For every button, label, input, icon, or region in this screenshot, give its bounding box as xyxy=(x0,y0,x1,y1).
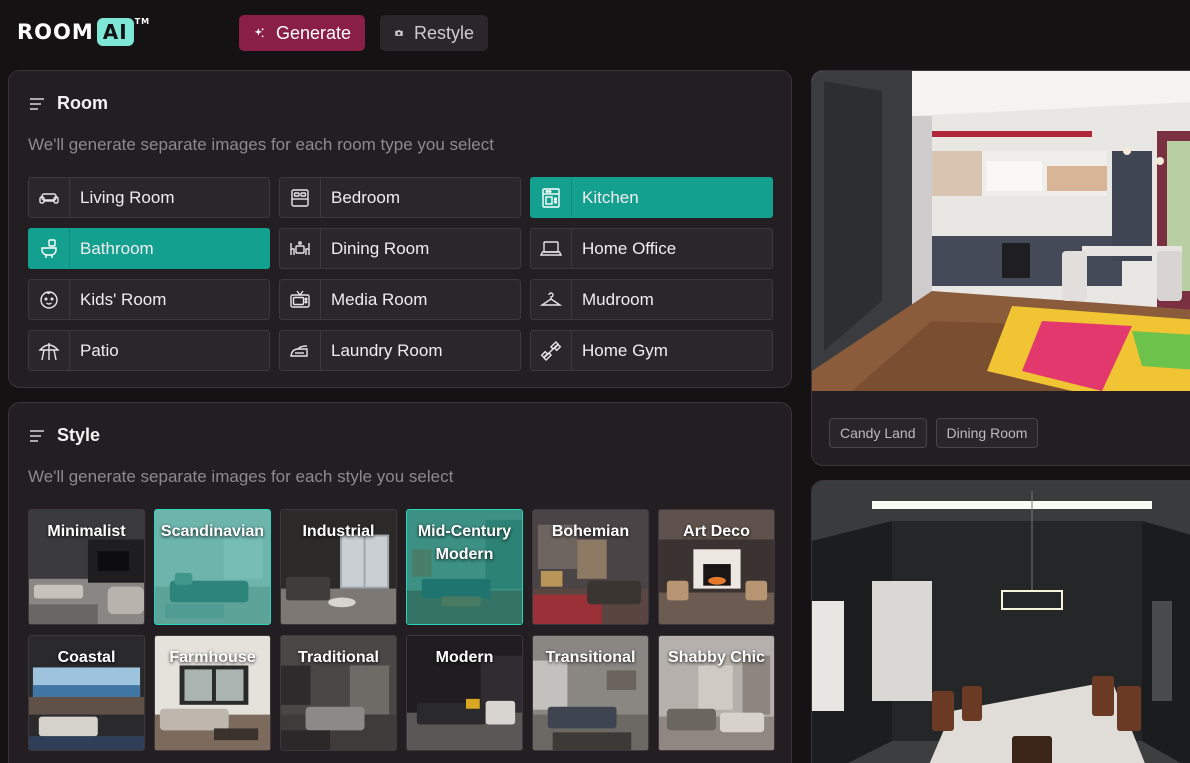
result-card-1: Candy Land Dining Room xyxy=(811,70,1190,466)
room-option-dining-room[interactable]: Dining Room xyxy=(279,228,521,269)
room-option-bedroom[interactable]: Bedroom xyxy=(279,177,521,218)
generate-tab-button[interactable]: Generate xyxy=(239,15,365,51)
style-option-mid-century-modern[interactable]: Mid-Century Modern xyxy=(406,509,523,625)
room-section-header: Room xyxy=(29,93,108,114)
dining-icon xyxy=(280,229,321,268)
style-option-label: Transitional xyxy=(545,649,636,666)
room-option-label: Laundry Room xyxy=(331,340,443,360)
restyle-label: Restyle xyxy=(413,22,474,43)
room-option-kitchen[interactable]: Kitchen xyxy=(530,177,773,218)
room-option-label: Kids' Room xyxy=(80,289,167,309)
menu-lines-icon xyxy=(30,97,44,110)
room-option-label: Bathroom xyxy=(80,238,154,258)
room-option-label: Home Gym xyxy=(582,340,668,360)
room-option-label: Media Room xyxy=(331,289,428,309)
tag-room[interactable]: Dining Room xyxy=(935,418,1039,448)
style-option-traditional[interactable]: Traditional xyxy=(280,635,397,751)
style-option-label: Minimalist xyxy=(47,523,126,540)
logo-room-text: ROOM xyxy=(17,20,94,44)
style-option-farmhouse[interactable]: Farmhouse xyxy=(154,635,271,751)
style-option-transitional[interactable]: Transitional xyxy=(532,635,649,751)
style-option-label: Scandinavian xyxy=(160,523,265,540)
style-option-label: Industrial xyxy=(302,523,375,540)
room-type-grid: Living Room Bedroom Kitchen Bathroom Din… xyxy=(28,177,773,371)
room-option-label: Bedroom xyxy=(331,187,400,207)
style-option-art-deco[interactable]: Art Deco xyxy=(658,509,775,625)
style-section-subtitle: We'll generate separate images for each … xyxy=(28,467,454,486)
style-panel: Style We'll generate separate images for… xyxy=(8,402,792,763)
room-option-label: Home Office xyxy=(582,238,677,258)
style-section-title: Style xyxy=(57,425,101,445)
style-option-minimalist[interactable]: Minimalist xyxy=(28,509,145,625)
hanger-icon xyxy=(531,280,572,319)
toilet-icon xyxy=(29,229,70,268)
style-grid: Minimalist Scandinavian Industrial Mid-C… xyxy=(28,509,775,751)
iron-icon xyxy=(280,331,321,370)
sofa-icon xyxy=(29,178,70,217)
laptop-icon xyxy=(531,229,572,268)
bed-icon xyxy=(280,178,321,217)
dumbbell-icon xyxy=(531,331,572,370)
style-option-label: Traditional xyxy=(298,649,379,666)
style-option-bohemian[interactable]: Bohemian xyxy=(532,509,649,625)
room-option-label: Dining Room xyxy=(331,238,430,258)
room-section-title: Room xyxy=(57,93,108,113)
style-option-label: Shabby Chic xyxy=(668,649,765,666)
style-option-industrial[interactable]: Industrial xyxy=(280,509,397,625)
style-option-scandinavian[interactable]: Scandinavian xyxy=(154,509,271,625)
room-option-patio[interactable]: Patio xyxy=(28,330,270,371)
tag-style[interactable]: Candy Land xyxy=(829,418,927,448)
umbrella-icon xyxy=(29,331,70,370)
room-option-bathroom[interactable]: Bathroom xyxy=(28,228,270,269)
room-option-label: Living Room xyxy=(80,187,175,207)
room-option-label: Kitchen xyxy=(582,187,639,207)
result-card-2 xyxy=(811,480,1190,763)
style-option-coastal[interactable]: Coastal xyxy=(28,635,145,751)
result-image-kitchen[interactable] xyxy=(812,71,1190,391)
room-section-subtitle: We'll generate separate images for each … xyxy=(28,135,494,154)
app-logo: ROOM AI TM xyxy=(17,17,150,47)
style-option-modern[interactable]: Modern xyxy=(406,635,523,751)
result-image-dining-room[interactable] xyxy=(812,481,1190,763)
room-option-living-room[interactable]: Living Room xyxy=(28,177,270,218)
menu-lines-icon xyxy=(30,429,44,442)
camera-icon xyxy=(395,30,403,36)
oven-icon xyxy=(531,178,572,217)
room-option-label: Patio xyxy=(80,340,119,360)
tv-icon xyxy=(280,280,321,319)
style-option-label: Art Deco xyxy=(683,523,750,540)
style-option-label: Bohemian xyxy=(551,523,630,540)
style-option-label: Mid-Century Modern xyxy=(417,523,512,563)
room-panel: Room We'll generate separate images for … xyxy=(8,70,792,388)
room-option-kids-room[interactable]: Kids' Room xyxy=(28,279,270,320)
sparkles-icon xyxy=(254,27,265,38)
room-option-laundry-room[interactable]: Laundry Room xyxy=(279,330,521,371)
room-option-mudroom[interactable]: Mudroom xyxy=(530,279,773,320)
style-section-header: Style xyxy=(29,425,100,446)
room-option-label: Mudroom xyxy=(582,289,654,309)
baby-face-icon xyxy=(29,280,70,319)
style-option-label: Coastal xyxy=(57,649,116,666)
restyle-tab-button[interactable]: Restyle xyxy=(380,15,488,51)
style-option-label: Modern xyxy=(435,649,494,666)
style-option-label: Farmhouse xyxy=(169,649,256,666)
result-tags: Candy Land Dining Room xyxy=(829,418,1039,448)
logo-trademark: TM xyxy=(134,17,151,26)
generate-label: Generate xyxy=(275,22,351,43)
room-option-home-gym[interactable]: Home Gym xyxy=(530,330,773,371)
room-option-media-room[interactable]: Media Room xyxy=(279,279,521,320)
room-option-home-office[interactable]: Home Office xyxy=(530,228,773,269)
style-option-shabby-chic[interactable]: Shabby Chic xyxy=(658,635,775,751)
logo-ai-badge: AI xyxy=(96,18,134,46)
